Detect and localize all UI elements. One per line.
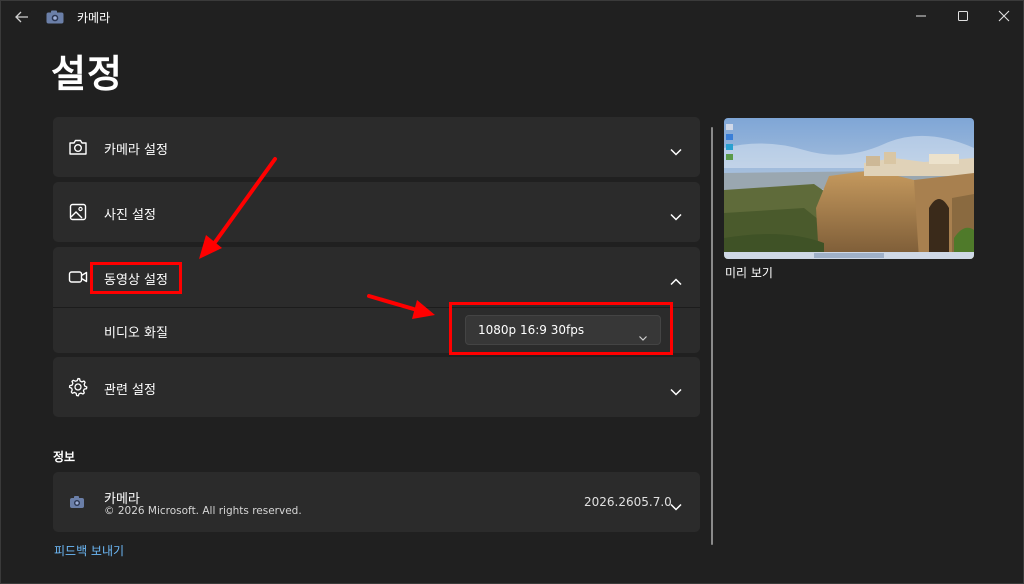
chevron-up-icon[interactable] [669,272,683,286]
scrollbar[interactable] [711,127,713,545]
related-settings-card[interactable]: 관련 설정 [53,357,700,417]
camera-app-icon [46,9,64,24]
photo-settings-label: 사진 설정 [104,208,156,223]
camera-settings-card[interactable]: 카메라 설정 [53,117,700,177]
about-copyright: © 2026 Microsoft. All rights reserved. [104,505,302,517]
video-settings-card[interactable]: 동영상 설정 [53,247,700,307]
info-section-title: 정보 [53,450,76,464]
chevron-down-icon[interactable] [669,207,683,221]
image-icon [67,201,89,223]
chevron-down-icon[interactable] [669,142,683,156]
back-arrow-icon[interactable] [11,7,33,27]
app-version: 2026.2605.7.0 [584,495,672,509]
chevron-down-icon [638,327,648,341]
maximize-button[interactable] [948,5,978,27]
video-quality-value: 1080p 16:9 30fps [478,323,585,337]
chevron-down-icon[interactable] [669,497,683,511]
gear-icon [67,376,89,398]
preview-thumbnail[interactable] [724,118,974,259]
about-card[interactable]: 카메라 © 2026 Microsoft. All rights reserve… [53,472,700,532]
title-bar: 카메라 [1,1,1023,32]
video-quality-dropdown[interactable]: 1080p 16:9 30fps [465,315,661,345]
chevron-down-icon[interactable] [669,382,683,396]
related-settings-label: 관련 설정 [104,383,156,398]
photo-settings-card[interactable]: 사진 설정 [53,182,700,242]
preview-label: 미리 보기 [725,266,773,280]
video-camera-icon [67,266,89,288]
video-quality-label: 비디오 화질 [104,326,168,341]
preview-image [724,118,974,259]
app-title: 카메라 [77,11,111,25]
send-feedback-link[interactable]: 피드백 보내기 [54,542,124,559]
camera-settings-window: 카메라 설정 카메라 설정 사진 설정 동영상 설정 비디오 화질 1080p … [0,0,1024,584]
video-settings-label: 동영상 설정 [104,273,168,288]
camera-icon [67,136,89,158]
minimize-button[interactable] [906,5,936,27]
camera-settings-label: 카메라 설정 [104,143,168,158]
close-button[interactable] [989,5,1019,27]
page-title: 설정 [51,52,123,96]
camera-app-icon [69,491,87,513]
